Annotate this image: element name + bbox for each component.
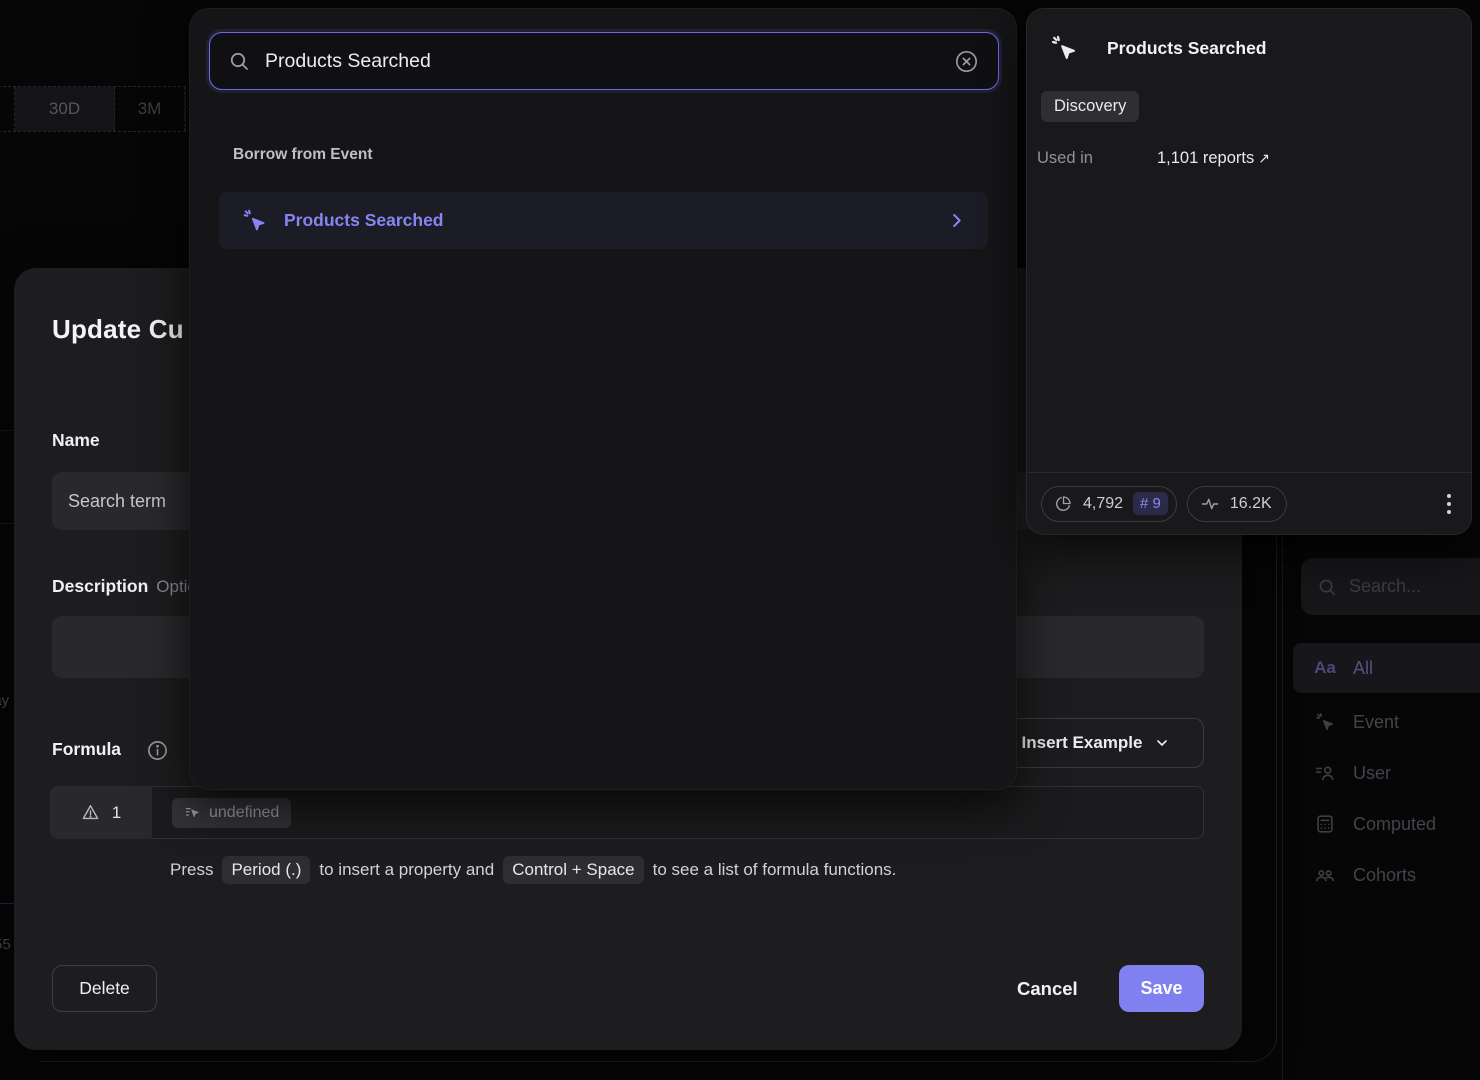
hint-text: to see a list of formula functions. bbox=[653, 860, 897, 880]
arrow-up-right-icon: ↗ bbox=[1258, 150, 1270, 166]
app-root: D 30D 3M lay 55 Search... Aa All Event bbox=[0, 0, 1480, 1080]
insert-example-button[interactable]: Insert Example bbox=[988, 718, 1204, 768]
event-icon bbox=[1049, 33, 1079, 63]
sidebar-item-label: Event bbox=[1353, 712, 1399, 733]
more-options-button[interactable] bbox=[1441, 488, 1457, 520]
key-period: Period (.) bbox=[222, 856, 310, 884]
hint-text: to insert a property and bbox=[319, 860, 494, 880]
chart-gridline bbox=[0, 430, 14, 431]
chart-axis-label-fragment: lay bbox=[0, 692, 9, 709]
sidebar-item-computed[interactable]: Computed bbox=[1293, 799, 1480, 849]
close-circle-icon bbox=[953, 48, 980, 75]
property-icon bbox=[184, 804, 201, 821]
pie-chart-icon bbox=[1054, 494, 1073, 513]
chevron-down-icon bbox=[1154, 735, 1170, 751]
event-volume-pill[interactable]: 16.2K bbox=[1187, 486, 1287, 522]
event-icon bbox=[1313, 711, 1337, 733]
save-button[interactable]: Save bbox=[1119, 965, 1204, 1012]
error-count: 1 bbox=[112, 803, 121, 823]
used-in-reports-link[interactable]: 1,101 reports↗ bbox=[1157, 149, 1270, 168]
sidebar-item-label: Computed bbox=[1353, 814, 1436, 835]
chip-label: undefined bbox=[209, 804, 279, 822]
sidebar-item-label: All bbox=[1353, 658, 1373, 679]
formula-hint: Press Period (.) to insert a property an… bbox=[170, 856, 896, 884]
time-range-3m-button[interactable]: 3M bbox=[115, 87, 185, 131]
formula-input[interactable]: undefined bbox=[152, 786, 1204, 839]
calculator-icon bbox=[1313, 813, 1337, 835]
formula-label: Formula bbox=[52, 739, 121, 760]
chart-series-line bbox=[0, 903, 14, 904]
event-details-card: Products Searched Discovery Used in 1,10… bbox=[1026, 8, 1472, 535]
activity-icon bbox=[1200, 494, 1220, 514]
time-range-segmented: D 30D 3M bbox=[0, 86, 186, 132]
event-count-pill[interactable]: 4,792 # 9 bbox=[1041, 486, 1177, 522]
cancel-button[interactable]: Cancel bbox=[1005, 965, 1090, 1012]
description-label-text: Description bbox=[52, 576, 148, 596]
search-icon bbox=[1317, 577, 1337, 597]
sidebar-item-label: User bbox=[1353, 763, 1391, 784]
used-in-value: 1,101 reports bbox=[1157, 149, 1254, 167]
event-icon bbox=[241, 207, 268, 234]
time-range-30d-button[interactable]: 30D bbox=[15, 87, 115, 131]
text-format-icon: Aa bbox=[1313, 658, 1337, 678]
search-icon bbox=[228, 50, 250, 72]
event-search-box bbox=[209, 32, 999, 90]
warning-icon bbox=[81, 803, 100, 822]
event-stats-footer: 4,792 # 9 16.2K bbox=[1027, 472, 1471, 534]
event-result-label: Products Searched bbox=[284, 210, 931, 231]
undefined-property-chip[interactable]: undefined bbox=[172, 798, 291, 828]
time-range-7d-button[interactable]: D bbox=[0, 87, 15, 131]
sidebar-item-all[interactable]: Aa All bbox=[1293, 643, 1480, 693]
name-label: Name bbox=[52, 430, 100, 451]
formula-editor: 1 undefined bbox=[50, 786, 1204, 839]
modal-title: Update Cu bbox=[52, 314, 184, 345]
event-count-value: 4,792 bbox=[1083, 495, 1123, 513]
event-volume-value: 16.2K bbox=[1230, 495, 1272, 513]
sidebar-item-event[interactable]: Event bbox=[1293, 697, 1480, 747]
chart-axis-label-fragment: 55 bbox=[0, 936, 11, 953]
formula-error-gutter: 1 bbox=[50, 786, 152, 839]
sidebar-search-input[interactable]: Search... bbox=[1301, 558, 1480, 615]
event-result-products-searched[interactable]: Products Searched bbox=[219, 192, 988, 249]
sidebar-item-label: Cohorts bbox=[1353, 865, 1416, 886]
category-badge: Discovery bbox=[1041, 91, 1139, 122]
chevron-right-icon bbox=[947, 211, 966, 230]
event-details-title: Products Searched bbox=[1107, 38, 1267, 59]
key-control-space: Control + Space bbox=[503, 856, 643, 884]
insert-example-label: Insert Example bbox=[1022, 733, 1143, 753]
info-icon[interactable] bbox=[146, 739, 169, 767]
sidebar-search-placeholder: Search... bbox=[1349, 576, 1421, 597]
event-search-input[interactable] bbox=[265, 50, 938, 73]
borrow-from-event-header: Borrow from Event bbox=[233, 146, 373, 164]
delete-button[interactable]: Delete bbox=[52, 965, 157, 1012]
hint-text: Press bbox=[170, 860, 213, 880]
sidebar-item-cohorts[interactable]: Cohorts bbox=[1293, 850, 1480, 900]
event-rank-chip: # 9 bbox=[1133, 492, 1168, 515]
chart-gridline bbox=[0, 523, 14, 524]
event-search-dropdown: Borrow from Event Products Searched bbox=[189, 8, 1017, 790]
user-icon bbox=[1313, 762, 1337, 784]
used-in-label: Used in bbox=[1037, 149, 1157, 168]
clear-search-button[interactable] bbox=[953, 48, 980, 75]
cohorts-icon bbox=[1313, 864, 1337, 886]
sidebar-item-user[interactable]: User bbox=[1293, 748, 1480, 798]
property-type-sidebar: Search... Aa All Event User bbox=[1282, 536, 1480, 1080]
